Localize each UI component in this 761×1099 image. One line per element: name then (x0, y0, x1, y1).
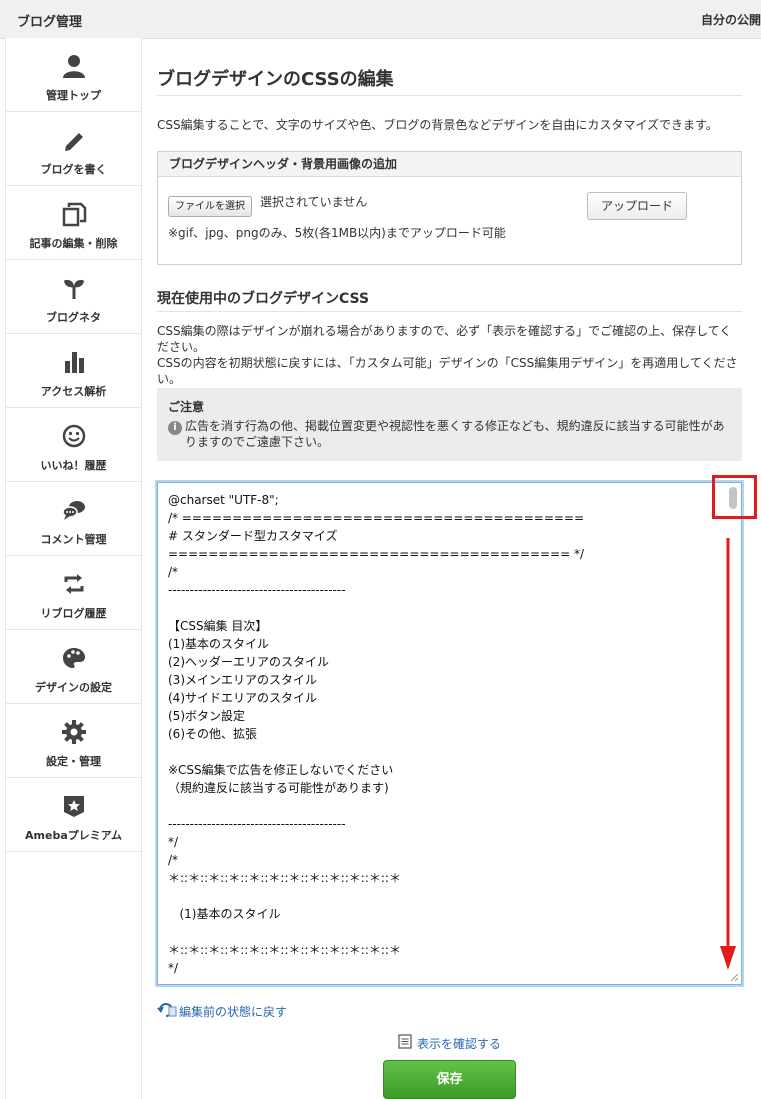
caution-notice: ご注意 i 広告を消す行為の他、掲載位置変更や視認性を悪くする修正なども、規約違… (157, 388, 742, 461)
info-icon: i (168, 421, 182, 435)
scrollbar-highlight-annotation (712, 475, 757, 519)
sidebar: 管理トップ ブログを書く 記事の編集・削除 ブログネタ アクセス解析 いいね！履… (5, 38, 142, 1099)
palette-icon (63, 648, 85, 668)
sidebar-item-label: デザインの設定 (35, 681, 112, 694)
sidebar-item-label: リブログ履歴 (40, 607, 107, 620)
choose-file-button[interactable]: ファイルを選択 (168, 196, 252, 217)
section-divider (157, 311, 742, 312)
revert-icon[interactable] (157, 1002, 177, 1018)
sidebar-item-label: 管理トップ (46, 89, 101, 102)
star-badge-icon (64, 796, 84, 817)
upload-panel-header: ブログデザインヘッダ・背景用画像の追加 (158, 152, 741, 177)
sidebar-item-blog-neta[interactable]: ブログネタ (6, 260, 141, 334)
document-icon[interactable] (398, 1034, 412, 1049)
description-line: CSSの内容を初期状態に戻すには、「カスタム可能」デザインの「CSS編集用デザイ… (157, 356, 738, 386)
sidebar-item-label: Amebaプレミアム (25, 829, 122, 842)
top-bar: ブログ管理 自分の公開 (0, 0, 761, 39)
sidebar-item-reblog-history[interactable]: リブログ履歴 (6, 556, 141, 630)
gear-icon (62, 720, 86, 744)
sidebar-item-label: 設定・管理 (46, 755, 101, 768)
sidebar-item-label: ブログネタ (46, 311, 101, 324)
smiley-icon (62, 424, 86, 448)
revert-link[interactable]: 編集前の状態に戻す (179, 1003, 287, 1020)
reblog-icon (64, 574, 84, 594)
bar-chart-icon (65, 352, 84, 373)
resize-handle-icon[interactable] (729, 972, 739, 982)
sidebar-item-design-settings[interactable]: デザインの設定 (6, 630, 141, 704)
sidebar-item-admin-top[interactable]: 管理トップ (6, 38, 141, 112)
sidebar-item-access-analysis[interactable]: アクセス解析 (6, 334, 141, 408)
sidebar-item-comment-manage[interactable]: コメント管理 (6, 482, 141, 556)
sidebar-item-like-history[interactable]: いいね！履歴 (6, 408, 141, 482)
upload-note: ※gif、jpg、pngのみ、5枚(各1MB以内)までアップロード可能 (168, 226, 506, 240)
intro-text: CSS編集することで、文字のサイズや色、ブログの背景色などデザインを自由にカスタ… (157, 118, 718, 132)
notice-body: 広告を消す行為の他、掲載位置変更や視認性を悪くする修正なども、規約違反に該当する… (185, 419, 725, 449)
current-css-title: 現在使用中のブログデザインCSS (157, 291, 370, 307)
description-line: CSS編集の際はデザインが崩れる場合がありますので、必ず「表示を確認する」でご確… (157, 324, 732, 354)
speech-bubbles-icon (62, 501, 85, 520)
page-title: ブログデザインのCSSの編集 (157, 69, 394, 90)
sidebar-item-label: いいね！履歴 (40, 459, 107, 472)
css-editor-textarea[interactable]: @charset "UTF-8"; /* ===================… (157, 482, 742, 985)
sidebar-item-label: 記事の編集・削除 (29, 237, 118, 250)
sidebar-item-edit-articles[interactable]: 記事の編集・削除 (6, 186, 141, 260)
file-status-text: 選択されていません (260, 195, 368, 209)
app-title: ブログ管理 (17, 15, 83, 30)
css-code-text[interactable]: @charset "UTF-8"; /* ===================… (168, 491, 713, 977)
sidebar-item-ameba-premium[interactable]: Amebaプレミアム (6, 778, 141, 852)
sidebar-item-label: コメント管理 (40, 533, 107, 546)
documents-icon (62, 202, 87, 227)
upload-button[interactable]: アップロード (587, 192, 687, 220)
sprout-icon (64, 279, 84, 299)
pencil-icon (65, 133, 83, 151)
save-button[interactable]: 保存 (383, 1060, 516, 1099)
scroll-down-arrow-icon (720, 538, 736, 970)
public-page-link[interactable]: 自分の公開 (701, 11, 761, 28)
notice-title: ご注意 (168, 400, 205, 414)
sidebar-item-settings-manage[interactable]: 設定・管理 (6, 704, 141, 778)
title-divider (157, 95, 742, 96)
person-icon (63, 55, 85, 78)
preview-link[interactable]: 表示を確認する (417, 1035, 501, 1052)
sidebar-item-label: アクセス解析 (40, 385, 107, 398)
sidebar-item-label: ブログを書く (40, 163, 107, 176)
sidebar-item-write-blog[interactable]: ブログを書く (6, 112, 141, 186)
current-css-description: CSS編集の際はデザインが崩れる場合がありますので、必ず「表示を確認する」でご確… (157, 323, 740, 387)
image-upload-panel: ブログデザインヘッダ・背景用画像の追加 ファイルを選択 選択されていません アッ… (157, 151, 742, 265)
